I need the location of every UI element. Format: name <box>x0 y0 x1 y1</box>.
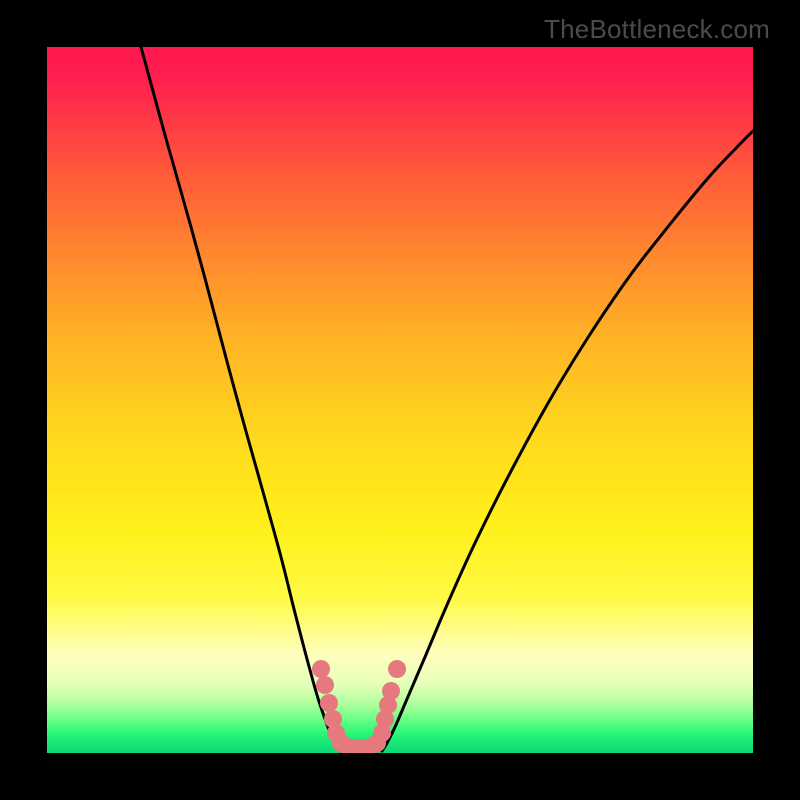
curve-layer <box>141 47 753 751</box>
marker-dot <box>320 694 338 712</box>
marker-dot <box>316 676 334 694</box>
marker-dot <box>388 660 406 678</box>
marker-layer <box>312 660 406 753</box>
watermark-text: TheBottleneck.com <box>544 14 770 45</box>
chart-svg <box>47 47 753 753</box>
plot-area <box>47 47 753 753</box>
curve-left-branch <box>141 47 340 751</box>
curve-right-branch <box>382 131 753 751</box>
chart-frame: TheBottleneck.com <box>0 0 800 800</box>
marker-dot <box>312 660 330 678</box>
marker-dot <box>382 682 400 700</box>
